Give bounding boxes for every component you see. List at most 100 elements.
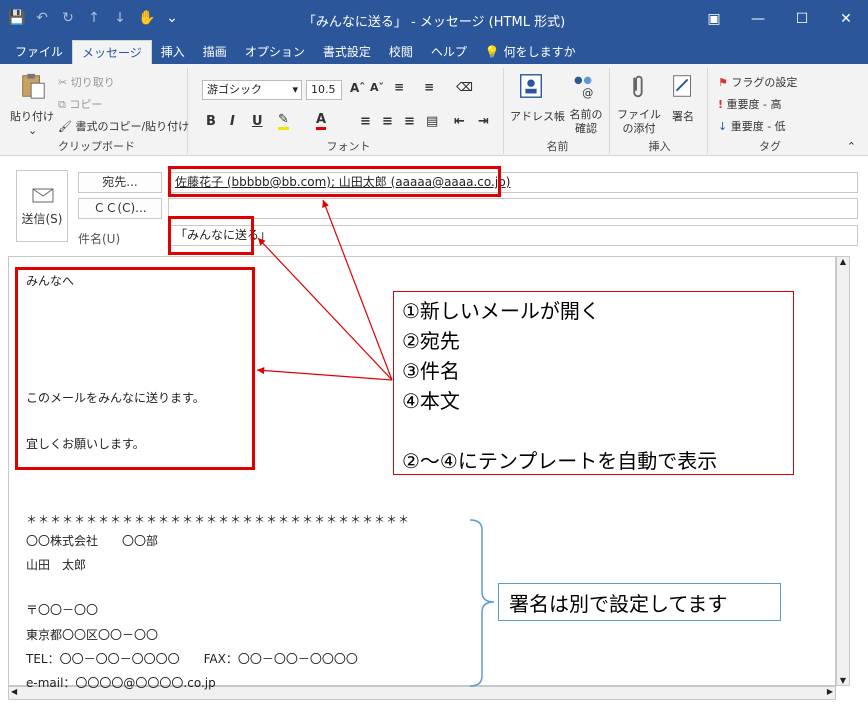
names-group: @ アドレス帳 名前の確認 名前 [506, 68, 610, 154]
step-summary: ②～④にテンプレートを自動で表示 [402, 449, 718, 473]
bullets-icon[interactable]: ≡ [394, 80, 404, 94]
cc-field[interactable] [168, 198, 858, 219]
tab-options[interactable]: オプション [236, 40, 314, 64]
check-names-button[interactable]: 名前の確認 [566, 108, 606, 136]
justify-icon[interactable]: ▤ [426, 114, 438, 129]
decrease-indent-icon[interactable]: ⇤ [454, 114, 465, 129]
signature-icon[interactable] [668, 72, 698, 100]
body-highlight-box [15, 267, 255, 470]
vertical-scrollbar[interactable]: ▲ ▼ [836, 256, 850, 686]
ribbon-display-icon[interactable]: ▣ [692, 0, 736, 38]
copy-label: コピー [69, 98, 103, 111]
scroll-down-icon[interactable]: ▼ [837, 676, 849, 685]
send-label: 送信(S) [21, 212, 63, 226]
numbering-icon[interactable]: ≡ [424, 80, 434, 94]
low-importance-button[interactable]: ↓ 重要度 - 低 [718, 118, 786, 134]
names-group-label: 名前 [546, 140, 569, 153]
flag-icon: ⚑ [718, 76, 728, 89]
font-group: 游ゴシック ▾ 10.5 Aˆ Aˇ ≡ ≡ ⌫ B I U ✎ A ≡ ≡ ≡ … [194, 68, 504, 154]
tell-me-search[interactable]: 💡 何をしますか [476, 40, 585, 64]
scroll-up-icon[interactable]: ▲ [837, 257, 849, 266]
collapse-ribbon-icon[interactable]: ⌃ [847, 140, 856, 153]
paste-dropdown-icon[interactable]: ⌄ [28, 124, 37, 137]
subject-field[interactable]: 「みんなに送る」 [168, 225, 858, 246]
send-icon [32, 188, 54, 203]
tab-insert[interactable]: 挿入 [152, 40, 194, 64]
signature-company: 〇〇株式会社 〇〇部 [26, 534, 159, 548]
copy-button[interactable]: ⧉ コピー [58, 96, 102, 112]
shrink-font-icon[interactable]: Aˇ [370, 81, 384, 94]
paste-button[interactable]: 貼り付け [10, 108, 54, 124]
minimize-icon[interactable]: — [736, 0, 780, 38]
cut-label: 切り取り [70, 76, 115, 89]
paste-icon[interactable] [18, 72, 48, 100]
exclamation-icon: ! [718, 98, 724, 111]
insert-group-label: 挿入 [648, 140, 671, 153]
signature-address: 東京都〇〇区〇〇－〇〇 [26, 628, 159, 642]
tab-message[interactable]: メッセージ [72, 40, 152, 64]
font-name-select[interactable]: 游ゴシック ▾ [202, 80, 302, 100]
tab-review[interactable]: 校閲 [380, 40, 422, 64]
cut-button[interactable]: ✂ 切り取り [58, 74, 115, 90]
font-size-select[interactable]: 10.5 [306, 80, 342, 100]
signature-stars: ＊＊＊＊＊＊＊＊＊＊＊＊＊＊＊＊＊＊＊＊＊＊＊＊＊＊＊＊＊＊＊＊ [26, 513, 410, 526]
check-names-icon[interactable]: @ [568, 72, 598, 100]
clear-formatting-icon[interactable]: ⌫ [456, 80, 473, 94]
tags-group-label: タグ [759, 140, 781, 153]
signature-zip: 〒〇〇－〇〇 [26, 603, 99, 617]
subject-label: 件名(U) [78, 232, 121, 246]
step-2: ②宛先 [402, 329, 460, 353]
attach-file-button[interactable]: ファイルの添付 [616, 108, 662, 136]
format-painter-button[interactable]: 🖌 書式のコピー/貼り付け [58, 118, 189, 134]
to-button[interactable]: 宛先... [78, 172, 162, 193]
highlight-icon[interactable]: ✎ [278, 112, 289, 130]
title-bar: 💾 ↶ ↻ ↑ ↓ ✋ ⌄ 「みんなに送る」 - メッセージ (HTML 形式)… [0, 0, 868, 38]
high-importance-label: 重要度 - 高 [726, 98, 782, 111]
insert-group: ファイルの添付 署名 挿入 [612, 68, 708, 154]
step-3: ③件名 [402, 359, 460, 383]
tab-file[interactable]: ファイル [6, 40, 72, 64]
chevron-down-icon: ▾ [292, 83, 298, 96]
paperclip-icon[interactable] [622, 72, 652, 100]
follow-up-flag-button[interactable]: ⚑ フラグの設定 [718, 74, 797, 90]
window-controls: ▣ — ☐ ✕ [692, 0, 868, 38]
tags-group: ⚑ フラグの設定 ! 重要度 - 高 ↓ 重要度 - 低 タグ [710, 68, 830, 154]
align-center-icon[interactable]: ≡ [382, 114, 393, 129]
signature-tel-fax: TEL：〇〇－〇〇－〇〇〇〇 FAX：〇〇－〇〇－〇〇〇〇 [26, 652, 358, 666]
tab-format-text[interactable]: 書式設定 [314, 40, 380, 64]
subject-highlight-box [168, 216, 254, 255]
signature-name: 山田 太郎 [26, 558, 87, 572]
align-left-icon[interactable]: ≡ [360, 114, 371, 129]
font-name-value: 游ゴシック [207, 83, 262, 96]
signature-button[interactable]: 署名 [672, 108, 694, 124]
cc-button[interactable]: ＣＣ(C)... [78, 198, 162, 219]
font-color-icon[interactable]: A [316, 112, 327, 130]
increase-indent-icon[interactable]: ⇥ [478, 114, 489, 129]
address-book-icon[interactable] [516, 72, 546, 100]
steps-callout: ①新しいメールが開く ②宛先 ③件名 ④本文 ②～④にテンプレートを自動で表示 [393, 291, 794, 475]
italic-icon[interactable]: I [230, 114, 235, 129]
down-arrow-importance-icon: ↓ [718, 120, 728, 133]
flag-label: フラグの設定 [731, 76, 798, 89]
high-importance-button[interactable]: ! 重要度 - 高 [718, 96, 782, 112]
clipboard-group-label: クリップボード [58, 140, 135, 153]
grow-font-icon[interactable]: Aˆ [350, 81, 365, 95]
address-book-button[interactable]: アドレス帳 [510, 108, 565, 124]
tab-help[interactable]: ヘルプ [422, 40, 476, 64]
close-icon[interactable]: ✕ [824, 0, 868, 38]
bold-icon[interactable]: B [206, 114, 216, 129]
underline-icon[interactable]: U [252, 114, 263, 129]
maximize-icon[interactable]: ☐ [780, 0, 824, 38]
signature-email: e-mail：〇〇〇〇@〇〇〇〇.co.jp [26, 676, 216, 690]
step-spacer [402, 416, 785, 446]
ribbon: 貼り付け ⌄ ✂ 切り取り ⧉ コピー 🖌 書式のコピー/貼り付け クリップボー… [0, 64, 868, 156]
font-size-value: 10.5 [311, 83, 336, 96]
svg-text:@: @ [582, 86, 593, 99]
align-right-icon[interactable]: ≡ [404, 114, 415, 129]
send-button[interactable]: 送信(S) [16, 170, 68, 242]
to-highlight-box [168, 166, 501, 197]
low-importance-label: 重要度 - 低 [730, 120, 786, 133]
scroll-left-icon[interactable]: ◀ [11, 687, 17, 696]
scroll-right-icon[interactable]: ▶ [827, 687, 833, 696]
tab-draw[interactable]: 描画 [194, 40, 236, 64]
